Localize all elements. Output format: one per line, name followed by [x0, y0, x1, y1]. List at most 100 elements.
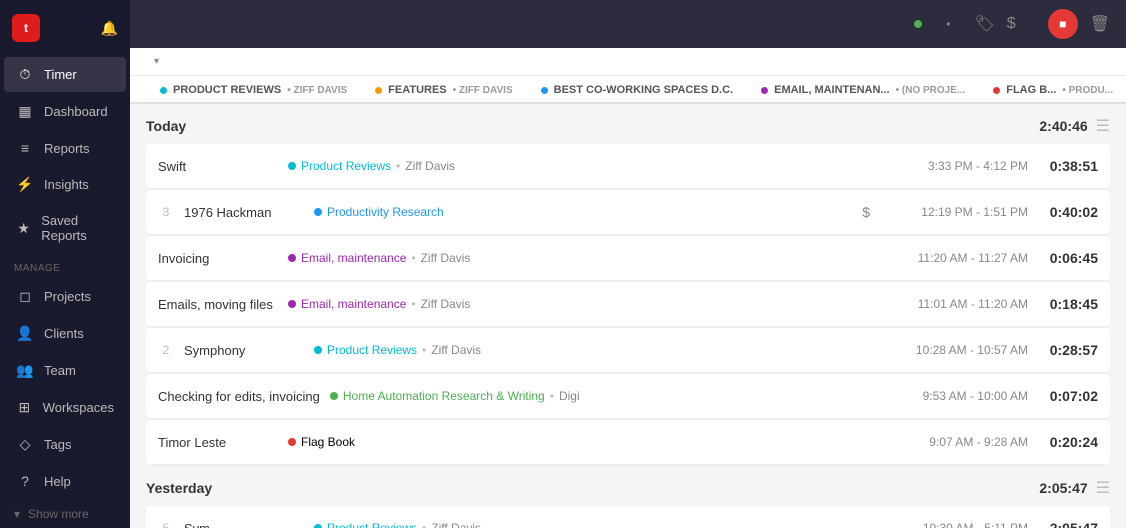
entry-user: Ziff Davis — [421, 251, 471, 265]
show-more-label: Show more — [28, 507, 89, 521]
workspaces-icon: ⊞ — [16, 399, 33, 416]
entry-project: Email, maintenance • Ziff Davis — [288, 297, 870, 311]
entry-time-range: 10:28 AM - 10:57 AM — [888, 343, 1028, 357]
dashboard-icon: ▦ — [16, 103, 34, 120]
entry-name: Invoicing — [158, 251, 278, 266]
tab-dot — [541, 87, 548, 94]
sidebar: t 🔔 ⏱ Timer▦ Dashboard≡ Reports⚡ Insight… — [0, 0, 130, 528]
tab-sub: • PRODU... — [1062, 85, 1113, 96]
sidebar-item-saved-reports[interactable]: ★ Saved Reports — [4, 204, 126, 252]
day-section-today: Today 2:40:46 ☰ Swift Product Reviews • … — [130, 104, 1126, 464]
tag-icon[interactable]: 🏷 — [974, 14, 994, 34]
sidebar-item-insights[interactable]: ⚡ Insights — [4, 167, 126, 202]
entry-duration: 0:38:51 — [1038, 158, 1098, 174]
logo-icon: t — [12, 14, 40, 42]
table-row[interactable]: 2 Symphony Product Reviews • Ziff Davis 1… — [146, 328, 1110, 372]
table-row[interactable]: 31976 Hackman Productivity Research $12:… — [146, 190, 1110, 234]
show-more-button[interactable]: ▾ Show more — [0, 499, 130, 528]
table-row[interactable]: Invoicing Email, maintenance • Ziff Davi… — [146, 236, 1110, 280]
filter-tab-1[interactable]: FEATURES • ZIFF DAVIS — [361, 76, 526, 104]
entry-user: Ziff Davis — [431, 521, 481, 528]
sidebar-item-dashboard[interactable]: ▦ Dashboard — [4, 94, 126, 129]
sidebar-item-reports[interactable]: ≡ Reports — [4, 131, 126, 165]
sidebar-item-label: Insights — [44, 177, 89, 192]
stop-timer-button[interactable]: ■ — [1048, 9, 1078, 39]
chevron-down-icon: ▾ — [14, 507, 20, 521]
sidebar-item-label: Help — [44, 474, 71, 489]
project-name: Email, maintenance — [301, 251, 406, 265]
day-label: Yesterday — [146, 480, 212, 496]
entry-duration: 0:28:57 — [1038, 342, 1098, 358]
notification-bell-icon[interactable]: 🔔 — [101, 20, 118, 37]
tab-name: BEST CO-WORKING SPACES D.C. — [554, 84, 733, 96]
sidebar-item-workspaces[interactable]: ⊞ Workspaces — [4, 390, 126, 425]
project-name: Home Automation Research & Writing — [343, 389, 545, 403]
day-section-yesterday: Yesterday 2:05:47 ☰ 5Sym Product Reviews… — [130, 466, 1126, 528]
tab-name: EMAIL, MAINTENAN... — [774, 84, 890, 96]
filter-tab-2[interactable]: BEST CO-WORKING SPACES D.C. — [527, 76, 747, 104]
entry-duration: 0:06:45 — [1038, 250, 1098, 266]
saved-reports-icon: ★ — [16, 220, 31, 237]
filter-tab-3[interactable]: EMAIL, MAINTENAN... • (NO PROJE... — [747, 76, 979, 104]
entry-project: Product Reviews • Ziff Davis — [314, 343, 870, 357]
tab-dot — [993, 87, 1000, 94]
project-dot — [288, 300, 296, 308]
table-row[interactable]: Emails, moving files Email, maintenance … — [146, 282, 1110, 326]
sidebar-item-projects[interactable]: ◻ Projects — [4, 279, 126, 314]
filter-tab-0[interactable]: PRODUCT REVIEWS • ZIFF DAVIS — [146, 76, 361, 104]
project-dot — [288, 254, 296, 262]
filter-tabs: PRODUCT REVIEWS • ZIFF DAVIS FEATURES • … — [130, 76, 1126, 104]
sidebar-item-tags[interactable]: ◇ Tags — [4, 427, 126, 462]
entry-name: Symphony — [184, 343, 304, 358]
team-icon: 👥 — [16, 362, 34, 379]
list-view-icon[interactable]: ☰ — [1096, 116, 1110, 136]
billable-icon: $ — [862, 204, 870, 220]
entry-duration: 0:07:02 — [1038, 388, 1098, 404]
sidebar-item-team[interactable]: 👥 Team — [4, 353, 126, 388]
project-name: Email, maintenance — [301, 297, 406, 311]
table-row[interactable]: Timor Leste Flag Book 9:07 AM - 9:28 AM0… — [146, 420, 1110, 464]
week-bar: ▾ — [130, 48, 1126, 76]
entry-time-range: 11:20 AM - 11:27 AM — [888, 251, 1028, 265]
sidebar-logo: t 🔔 — [0, 0, 130, 56]
sidebar-item-label: Timer — [44, 67, 77, 82]
billing-icon[interactable]: $ — [1007, 15, 1016, 33]
project-name: Flag Book — [301, 435, 355, 449]
sidebar-item-label: Saved Reports — [41, 213, 114, 243]
entry-duration: 0:18:45 — [1038, 296, 1098, 312]
entry-duration: 0:40:02 — [1038, 204, 1098, 220]
table-row[interactable]: Checking for edits, invoicing Home Autom… — [146, 374, 1110, 418]
header: • 🏷 $ ■ 🗑 — [130, 0, 1126, 48]
day-header: Today 2:40:46 ☰ — [146, 104, 1110, 144]
sidebar-item-label: Tags — [44, 437, 71, 452]
entry-project: Flag Book — [288, 435, 870, 449]
sidebar-item-timer[interactable]: ⏱ Timer — [4, 57, 126, 92]
table-row[interactable]: Swift Product Reviews • Ziff Davis 3:33 … — [146, 144, 1110, 188]
sidebar-item-help[interactable]: ? Help — [4, 464, 126, 498]
tab-dot — [375, 87, 382, 94]
entry-duration: 2:05:47 — [1038, 520, 1098, 528]
list-view-icon[interactable]: ☰ — [1096, 478, 1110, 498]
discard-icon[interactable]: 🗑 — [1090, 14, 1110, 34]
tab-sub: • (NO PROJE... — [896, 85, 966, 96]
sidebar-item-clients[interactable]: 👤 Clients — [4, 316, 126, 351]
entry-project: Email, maintenance • Ziff Davis — [288, 251, 870, 265]
entry-user: Ziff Davis — [421, 297, 471, 311]
clients-icon: 👤 — [16, 325, 34, 342]
insights-icon: ⚡ — [16, 176, 34, 193]
tags-icon: ◇ — [16, 436, 34, 453]
entry-count: 5 — [158, 521, 174, 528]
project-dot — [288, 162, 296, 170]
sidebar-item-label: Clients — [44, 326, 84, 341]
entry-name: 1976 Hackman — [184, 205, 304, 220]
project-dot — [288, 438, 296, 446]
entry-time-range: 9:07 AM - 9:28 AM — [888, 435, 1028, 449]
week-chevron-icon[interactable]: ▾ — [154, 56, 159, 67]
entry-count: 2 — [158, 343, 174, 357]
tab-dot — [761, 87, 768, 94]
table-row[interactable]: 5Sym Product Reviews • Ziff Davis 10:30 … — [146, 506, 1110, 528]
entry-project: Home Automation Research & Writing • Dig… — [330, 389, 870, 403]
filter-tab-4[interactable]: FLAG B... • PRODU... — [979, 76, 1126, 104]
entry-user: Ziff Davis — [405, 159, 455, 173]
tab-name: FEATURES — [388, 84, 446, 96]
